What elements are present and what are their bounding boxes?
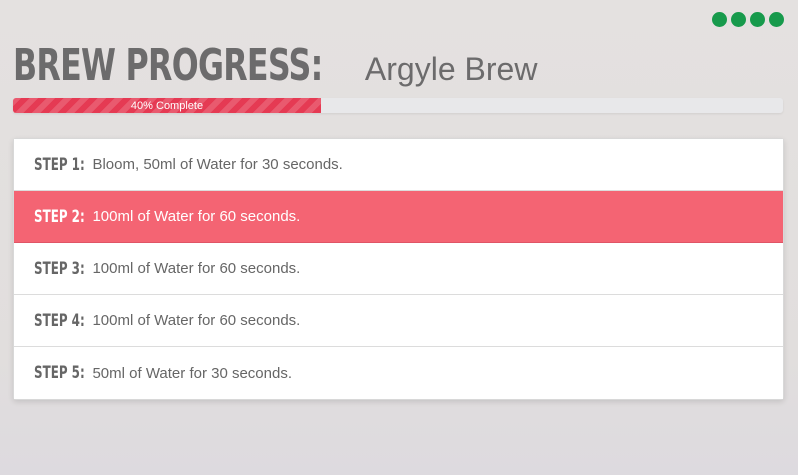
step-item-4[interactable]: STEP 4: 100ml of Water for 60 seconds.	[14, 295, 783, 347]
step-text: 50ml of Water for 30 seconds.	[92, 364, 293, 382]
step-list: STEP 1: Bloom, 50ml of Water for 30 seco…	[13, 138, 784, 400]
window-dot-1[interactable]	[712, 12, 727, 27]
step-text: 100ml of Water for 60 seconds.	[92, 208, 301, 225]
brew-name: Argyle Brew	[364, 51, 538, 87]
step-text: Bloom, 50ml of Water for 30 seconds.	[92, 156, 343, 173]
step-item-1[interactable]: STEP 1: Bloom, 50ml of Water for 30 seco…	[14, 139, 783, 191]
window-controls	[712, 12, 784, 27]
page-title: BREW PROGRESS:	[13, 40, 323, 91]
window-dot-4[interactable]	[769, 12, 784, 27]
step-item-5[interactable]: STEP 5: 50ml of Water for 30 seconds.	[14, 347, 783, 399]
step-label: STEP 2:	[34, 206, 85, 227]
step-label: STEP 5:	[34, 363, 85, 383]
progress-fill: 40% Complete	[13, 98, 321, 113]
step-item-3[interactable]: STEP 3: 100ml of Water for 60 seconds.	[14, 243, 783, 295]
window-dot-2[interactable]	[731, 12, 746, 27]
step-label: STEP 1:	[34, 154, 85, 175]
progress-label: 40% Complete	[130, 99, 204, 112]
step-label: STEP 4:	[34, 310, 85, 331]
page-header: BREW PROGRESS: Argyle Brew	[13, 40, 537, 91]
step-label: STEP 3:	[34, 258, 85, 279]
progress-bar: 40% Complete	[13, 98, 783, 113]
step-text: 100ml of Water for 60 seconds.	[92, 312, 301, 329]
step-text: 100ml of Water for 60 seconds.	[92, 260, 301, 277]
window-dot-3[interactable]	[750, 12, 765, 27]
step-item-2[interactable]: STEP 2: 100ml of Water for 60 seconds.	[14, 191, 783, 243]
